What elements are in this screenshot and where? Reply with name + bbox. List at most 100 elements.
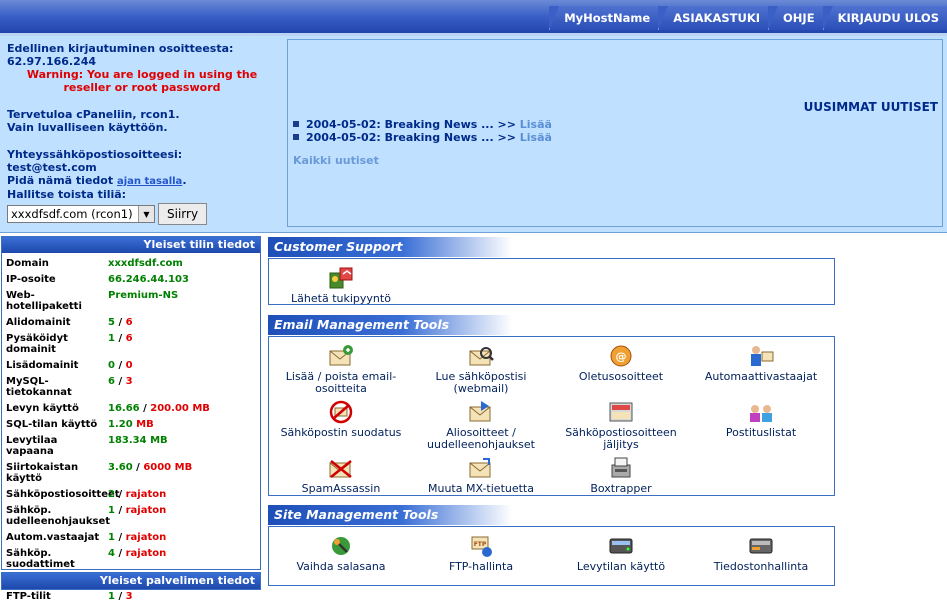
stat-value: 1.20 bbox=[108, 419, 133, 430]
tool-email-filter[interactable]: Sähköpostin suodatus bbox=[271, 399, 411, 439]
news-more-link[interactable]: Lisää bbox=[520, 131, 552, 144]
stat-separator: / bbox=[114, 591, 126, 602]
last-login-label: Edellinen kirjautuminen osoitteesta: bbox=[7, 42, 234, 55]
stat-value: 1 bbox=[108, 333, 115, 344]
forwarder-icon bbox=[469, 401, 491, 422]
chevron-down-icon[interactable]: ▼ bbox=[138, 206, 154, 222]
stat-label: Domain bbox=[6, 258, 49, 269]
stat-limit: 3 bbox=[125, 591, 133, 602]
stat-limit: MB bbox=[136, 419, 154, 430]
account-select[interactable]: xxxdfsdf.com (rcon1) ▼ bbox=[7, 205, 155, 223]
stat-value: 1 bbox=[108, 591, 115, 602]
login-info: Edellinen kirjautuminen osoitteesta: 62.… bbox=[7, 42, 277, 225]
site-tools-box: Vaihda salasana FTP FTP-hallinta Levytilan … bbox=[268, 526, 835, 586]
all-news-link[interactable]: Kaikki uutiset bbox=[293, 154, 379, 167]
keep-updated: Pidä nämä tiedot ajan tasalla. bbox=[7, 174, 187, 187]
support-ticket-icon bbox=[329, 267, 353, 289]
stat-label: Levytilaa vapaana bbox=[6, 435, 58, 457]
site-tools-title: Site Management Tools bbox=[268, 505, 512, 525]
stat-value: 183.34 MB bbox=[108, 435, 168, 446]
stat-label: IP-osoite bbox=[6, 274, 56, 285]
webmail-icon bbox=[469, 347, 494, 366]
top-navigation: MyHostName ASIAKASTUKI OHJE KIRJAUDU ULO… bbox=[549, 6, 947, 30]
header-panel: Edellinen kirjautuminen osoitteesta: 62.… bbox=[0, 36, 947, 233]
news-item: 2004-05-02: Breaking News ... >> Lisää bbox=[293, 131, 552, 144]
stat-label: SQL-tilan käyttö bbox=[6, 419, 98, 430]
account-stats-panel: Yleiset tilin tiedot Domain xxxdfsdf.com I… bbox=[1, 236, 261, 602]
tool-disk-usage[interactable]: Levytilan käyttö bbox=[551, 533, 691, 573]
stat-label: Web-hotellipaketti bbox=[6, 290, 82, 312]
go-button[interactable]: Siirry bbox=[158, 203, 208, 225]
account-stats-title: Yleiset tilin tiedot bbox=[2, 237, 260, 253]
stat-separator: / bbox=[114, 489, 126, 500]
server-info-title: Yleiset palvelimen tiedot bbox=[1, 572, 261, 590]
tool-forwarder[interactable]: Aliosoitteet / uudelleenohjaukset bbox=[411, 399, 551, 451]
stat-limit: 0 bbox=[125, 360, 133, 371]
email-filter-icon bbox=[329, 400, 353, 424]
tool-change-password[interactable]: Vaihda salasana bbox=[271, 533, 411, 573]
nav-support[interactable]: ASIAKASTUKI bbox=[658, 6, 769, 30]
stat-label: Siirtokaistan käyttö bbox=[6, 462, 79, 484]
tool-support-request[interactable]: Lähetä tukipyyntö bbox=[271, 265, 411, 305]
top-bar: MyHostName ASIAKASTUKI OHJE KIRJAUDU ULO… bbox=[0, 0, 947, 36]
news-more-link[interactable]: Lisää bbox=[520, 118, 552, 131]
disk-usage-icon bbox=[609, 538, 633, 554]
email-tools-title: Email Management Tools bbox=[268, 315, 512, 335]
tool-autoresponder[interactable]: Automaattivastaajat bbox=[691, 343, 831, 383]
stat-separator: / bbox=[114, 333, 126, 344]
change-password-icon bbox=[332, 537, 350, 555]
stat-label: FTP-tilit bbox=[6, 591, 51, 602]
authorized-text: Vain luvalliseen käyttöön. bbox=[7, 121, 168, 134]
stat-label: Levyn käyttö bbox=[6, 403, 79, 414]
tool-mailing-list[interactable]: Postituslistat bbox=[691, 399, 831, 439]
stat-row: Levytilaa vapaana 183.34 MB bbox=[2, 435, 260, 457]
svg-text:FTP: FTP bbox=[474, 541, 487, 548]
account-switcher: xxxdfsdf.com (rcon1) ▼ Siirry bbox=[7, 203, 277, 225]
tool-webmail[interactable]: Lue sähköpostisi (webmail) bbox=[411, 343, 551, 395]
news-list: 2004-05-02: Breaking News ... >> Lisää 2… bbox=[293, 118, 552, 144]
stat-row: Alidomainit 5 / 6 bbox=[2, 317, 260, 328]
stat-value: 1 bbox=[108, 532, 115, 543]
nav-myhostname[interactable]: MyHostName bbox=[549, 6, 659, 30]
stat-row: IP-osoite 66.246.44.103 bbox=[2, 274, 260, 285]
stat-row: FTP-tilit 1 / 3 bbox=[2, 591, 260, 602]
customer-support-title: Customer Support bbox=[268, 237, 512, 257]
file-manager-icon bbox=[749, 538, 773, 554]
stat-value: xxxdfsdf.com bbox=[108, 258, 183, 269]
stat-row: Sähköpostiosoitteet 2 / rajaton bbox=[2, 489, 260, 500]
tool-spamassassin[interactable]: SpamAssassin bbox=[271, 455, 411, 495]
stat-label: Sähköpostiosoitteet bbox=[6, 489, 120, 500]
tool-boxtrapper[interactable]: Boxtrapper bbox=[551, 455, 691, 495]
stat-row: Siirtokaistan käyttö 3.60 / 6000 MB bbox=[2, 462, 260, 484]
customer-support-box: Lähetä tukipyyntö bbox=[268, 258, 835, 305]
autoresponder-icon bbox=[751, 346, 774, 366]
mailing-list-icon bbox=[750, 405, 772, 422]
email-tools-box: Lisää / poista email-osoitteita Lue sähkö… bbox=[268, 336, 835, 496]
stat-row: Domain xxxdfsdf.com bbox=[2, 258, 260, 269]
contact-label: Yhteyssähköpostiosoitteesi: bbox=[7, 148, 183, 161]
nav-logout[interactable]: KIRJAUDU ULOS bbox=[822, 6, 947, 30]
stat-label: Lisädomainit bbox=[6, 360, 79, 371]
keep-updated-link[interactable]: ajan tasalla bbox=[117, 176, 182, 187]
tool-add-email[interactable]: Lisää / poista email-osoitteita bbox=[271, 343, 411, 395]
tool-email-trace[interactable]: Sähköpostiosoitteen jäljitys bbox=[551, 399, 691, 451]
tool-file-manager[interactable]: Tiedostonhallinta bbox=[691, 533, 831, 573]
email-trace-icon bbox=[609, 402, 633, 422]
nav-help[interactable]: OHJE bbox=[768, 6, 823, 30]
stat-row: Autom.vastaajat 1 / rajaton bbox=[2, 532, 260, 543]
stat-value: Premium-NS bbox=[108, 290, 179, 301]
stat-separator: / bbox=[139, 403, 151, 414]
tool-ftp[interactable]: FTP FTP-hallinta bbox=[411, 533, 551, 573]
bullet-icon bbox=[293, 134, 299, 140]
stat-limit: 200.00 MB bbox=[150, 403, 210, 414]
stat-limit: 3 bbox=[125, 376, 133, 387]
tool-mx-record[interactable]: Muuta MX-tietuetta bbox=[411, 455, 551, 495]
svg-text:@: @ bbox=[616, 350, 627, 363]
tool-default-address[interactable]: @ Oletusosoitteet bbox=[551, 343, 691, 383]
stat-value: 3.60 bbox=[108, 462, 133, 473]
last-login-ip: 62.97.166.244 bbox=[7, 55, 97, 68]
news-item: 2004-05-02: Breaking News ... >> Lisää bbox=[293, 118, 552, 131]
stat-label: Autom.vastaajat bbox=[6, 532, 100, 543]
stat-limit: 6000 MB bbox=[143, 462, 193, 473]
news-box: UUSIMMAT UUTISET 2004-05-02: Breaking Ne… bbox=[287, 39, 943, 227]
